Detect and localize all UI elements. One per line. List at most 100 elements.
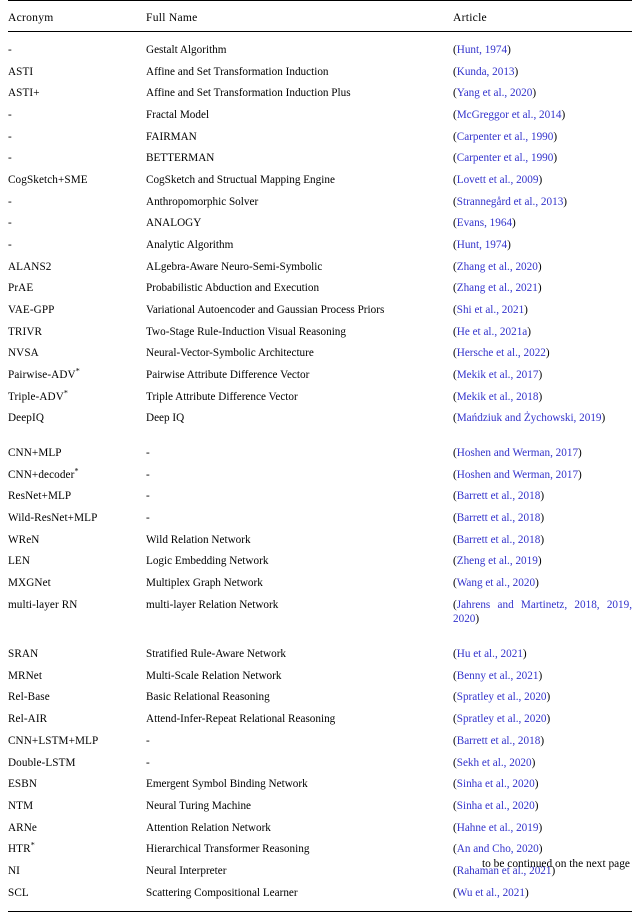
cell-article: (Hu et al., 2021) [453,644,632,666]
cell-full-name: Affine and Set Transformation Induction … [146,87,351,100]
citation-link[interactable]: Yang et al., 2020 [457,87,533,99]
citation-close-paren: ) [553,130,558,143]
citation-link[interactable]: Zheng et al., 2019 [457,555,538,567]
citation-close-paren: ) [540,734,545,747]
citation-link[interactable]: Barrett et al., 2018 [457,735,541,747]
acronym-text: Pairwise-ADV [8,368,76,381]
cell-article: (Kunda, 2013) [453,61,632,83]
citation-close-paren: ) [514,65,519,78]
citation-link[interactable]: Hunt, 1974 [457,239,507,251]
cell-full-name: Fractal Model [146,108,210,121]
citation-link[interactable]: Sinha et al., 2020 [457,800,535,812]
table-row: DeepIQ Deep IQ (Mańdziuk and Żychowski, 20… [8,408,632,430]
citation-link[interactable]: Shi et al., 2021 [457,304,524,316]
citation-close-paren: ) [534,799,539,812]
acronym-text: HTR [8,843,31,856]
citation-link[interactable]: Carpenter et al., 1990 [457,131,554,143]
cell-article: (Barrett et al., 2018) [453,529,632,551]
citation-close-paren: ) [507,238,511,251]
cell-full-name: Scattering Compositional Learner [146,886,298,899]
table-row: MRNet Multi-Scale Relation Network (Benny … [8,665,632,687]
cell-article: (He et al., 2021a) [453,321,632,343]
citation-link[interactable]: Spratley et al., 2020 [457,713,547,725]
citation-link[interactable]: McGreggor et al., 2014 [457,109,562,121]
table-row: CNN+decoder* - (Hoshen and Werman, 2017) [8,464,632,486]
citation-link[interactable]: Hu et al., 2021 [457,648,523,660]
cell-article: (Hoshen and Werman, 2017) [453,442,632,464]
table-row: CNN+LSTM+MLP - (Barrett et al., 2018) [8,730,632,752]
cell-full-name: Anthropomorphic Solver [146,195,259,208]
table-row: multi-layer RN multi-layer Relation Netwo… [8,594,632,630]
cell-full-name: Emergent Symbol Binding Network [146,778,308,791]
citation-link[interactable]: Spratley et al., 2020 [457,691,547,703]
citation-link[interactable]: Hunt, 1974 [457,44,507,56]
cell-acronym: ARNe [8,817,146,839]
acronym-text: Wild-ResNet+MLP [8,512,98,524]
cell-full-name: - [146,446,150,459]
citation-link[interactable]: Evans, 1964 [457,217,512,229]
citation-link[interactable]: Hoshen and Werman, 2017 [457,447,578,459]
citation-link[interactable]: An and Cho, 2020 [457,843,539,855]
cell-article: (Spratley et al., 2020) [453,687,632,709]
citation-link[interactable]: Barrett et al., 2018 [457,490,541,502]
acronym-text: NVSA [8,347,39,360]
citation-link[interactable]: He et al., 2021a [457,326,528,338]
citation-link[interactable]: Carpenter et al., 1990 [457,152,554,164]
citation-link[interactable]: Barrett et al., 2018 [457,534,541,546]
table-row: Rel-AIR Attend-Infer-Repeat Relational Re… [8,709,632,731]
acronym-text: TRIVR [8,325,43,338]
acronym-text: SRAN [8,648,39,661]
citation-link[interactable]: Zhang et al., 2021 [457,282,538,294]
cell-full-name: Probabilistic Abduction and Execution [146,282,320,295]
cell-acronym: CNN+MLP [8,442,146,464]
citation-close-paren: ) [475,613,480,626]
cell-full-name: Multiplex Graph Network [146,577,263,590]
cell-full-name: Attention Relation Network [146,821,271,834]
citation-link[interactable]: Mańdziuk and Żychowski, 2019 [457,412,602,424]
citation-close-paren: ) [538,843,543,856]
cell-article: (Mańdziuk and Żychowski, 2019) [453,408,632,430]
cell-acronym: - [8,191,146,213]
citation-link[interactable]: Wang et al., 2020 [457,577,535,589]
citation-link[interactable]: Kunda, 2013 [457,66,515,78]
citation-link[interactable]: Hersche et al., 2022 [457,347,546,359]
cell-full-name: Attend-Infer-Repeat Relational Reasoning [146,713,336,726]
acronym-text: - [8,43,12,56]
citation-link[interactable]: Zhang et al., 2020 [457,261,538,273]
cell-full-name: CogSketch and Structual Mapping Engine [146,173,335,186]
citation-link[interactable]: Lovett et al., 2009 [457,174,539,186]
cell-article: (Sekh et al., 2020) [453,752,632,774]
cell-article: (Shi et al., 2021) [453,299,632,321]
cell-article: (Wu et al., 2021) [453,882,632,904]
cell-acronym: - [8,148,146,170]
citation-close-paren: ) [540,490,545,503]
citation-link[interactable]: Wu et al., 2021 [457,887,525,899]
citation-close-paren: ) [538,821,543,834]
citation-link[interactable]: Strannegård et al., 2013 [457,196,564,208]
citation-link[interactable]: Barrett et al., 2018 [457,512,541,524]
citation-link[interactable]: Hahne et al., 2019 [457,822,539,834]
table-row: - Fractal Model (McGreggor et al., 2014) [8,104,632,126]
acronym-text: Double-LSTM [8,756,76,769]
table-row: Rel-Base Basic Relational Reasoning (Sprat… [8,687,632,709]
citation-link[interactable]: Sinha et al., 2020 [457,778,535,790]
cell-article: (Hunt, 1974) [453,39,632,61]
citation-link[interactable]: Mekik et al., 2018 [457,391,539,403]
cell-full-name: Basic Relational Reasoning [146,691,270,704]
citation-close-paren: ) [561,108,566,121]
citation-link[interactable]: Hoshen and Werman, 2017 [457,469,578,481]
citation-close-paren: ) [537,260,542,273]
citation-close-paren: ) [540,512,545,524]
cell-article: (Carpenter et al., 1990) [453,148,632,170]
acronym-text: DeepIQ [8,412,45,425]
citation-link[interactable]: Sekh et al., 2020 [457,757,532,769]
cell-acronym: Double-LSTM [8,752,146,774]
citation-link[interactable]: Mekik et al., 2017 [457,369,539,381]
table-row: - Analytic Algorithm (Hunt, 1974) [8,234,632,256]
citation-link[interactable]: Benny et al., 2021 [457,670,539,682]
cell-article: (Sinha et al., 2020) [453,795,632,817]
cell-article: (Mekik et al., 2017) [453,364,632,386]
citation-link[interactable]: Jahrens and Martinetz, 2018, 2019, 2020 [453,599,632,626]
cell-acronym: - [8,39,146,61]
citation-close-paren: ) [522,648,527,661]
